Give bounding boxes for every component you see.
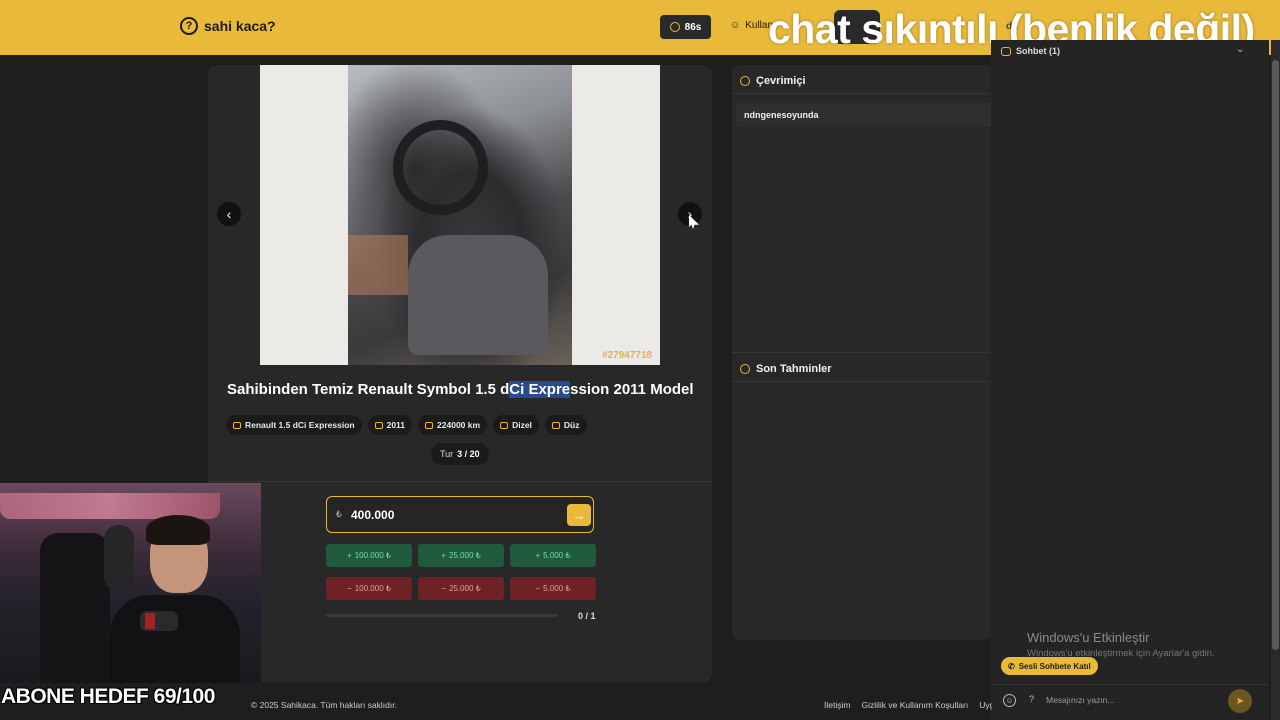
car-tags: Renault 1.5 dCi Expression 2011 224000 k… xyxy=(226,415,587,435)
users-icon xyxy=(740,76,750,86)
trophy-icon xyxy=(740,364,750,374)
arrow-right-icon: → xyxy=(572,507,586,523)
tag-fuel: Dizel xyxy=(493,415,539,435)
plus-icon: + xyxy=(535,551,541,560)
footer-link-contact[interactable]: İletişim xyxy=(824,700,850,710)
webcam-overlay xyxy=(0,483,261,683)
subtract-100000-button[interactable]: −100.000 ₺ xyxy=(326,577,412,600)
gauge-icon xyxy=(425,421,434,429)
add-25000-button[interactable]: +25.000 ₺ xyxy=(418,544,504,567)
online-user: ndngenesoyunda xyxy=(736,103,992,127)
online-header: Çevrimiçi xyxy=(740,67,806,95)
car-icon xyxy=(233,421,241,429)
photo-id: #27947718 xyxy=(601,350,652,361)
copyright: © 2025 Sahikaca. Tüm hakları saklıdır. xyxy=(251,700,397,710)
fuel-icon xyxy=(500,421,509,429)
calendar-icon xyxy=(374,421,383,429)
tag-year: 2011 xyxy=(367,415,413,435)
game-card: #27947718 ‹ › Sahibinden Temiz Renault S… xyxy=(208,65,712,682)
footer-link-privacy[interactable]: Gizlilik ve Kullanım Koşulları xyxy=(861,700,968,710)
car-photo-area: #27947718 xyxy=(260,65,660,365)
online-title: Çevrimiçi xyxy=(756,75,806,87)
car-title-selection: Ci Expre xyxy=(509,381,571,398)
footer-link-app[interactable]: Uygu xyxy=(979,700,992,710)
round-value: 3 / 20 xyxy=(457,449,480,459)
divider xyxy=(732,93,992,94)
smile-icon: ☺ xyxy=(1005,696,1014,705)
add-100000-button[interactable]: +100.000 ₺ xyxy=(326,544,412,567)
minus-icon: − xyxy=(441,584,446,593)
help-button[interactable]: ? xyxy=(1029,694,1034,704)
car-title-part-1: Sahibinden Temiz Renault Symbol 1.5 d xyxy=(227,381,510,398)
side-panel: Çevrimiçi ndngenesoyunda Son Tahminler xyxy=(732,65,992,640)
users-icon: ☺ xyxy=(730,20,741,31)
plus-icon: + xyxy=(347,551,352,560)
tag-model: Renault 1.5 dCi Expression xyxy=(226,415,362,435)
chat-title: Sohbet (1) xyxy=(1016,46,1060,56)
chevron-down-icon[interactable]: ⌄ xyxy=(1236,44,1244,55)
chat-bubble-icon xyxy=(1001,46,1011,56)
increase-buttons: +100.000 ₺ +25.000 ₺ +5.000 ₺ xyxy=(326,544,596,567)
minus-icon: − xyxy=(535,584,541,593)
subscriber-goal: ABONE HEDEF 69/100 xyxy=(1,685,215,708)
logo-text: sahi kaca? xyxy=(204,18,276,34)
price-guess-input[interactable] xyxy=(351,505,551,525)
emoji-button[interactable]: ☺ xyxy=(1003,694,1016,707)
guess-progress-bar xyxy=(326,614,558,617)
gear-icon xyxy=(551,421,560,429)
subtract-5000-button[interactable]: −5.000 ₺ xyxy=(510,577,596,600)
decrease-buttons: −100.000 ₺ −25.000 ₺ −5.000 ₺ xyxy=(326,577,596,600)
car-title: Sahibinden Temiz Renault Symbol 1.5 dCi … xyxy=(227,381,694,398)
send-icon: ➤ xyxy=(1235,695,1245,707)
windows-activation-title: Windows'u Etkinleştir xyxy=(1027,630,1150,645)
page-scrollbar[interactable] xyxy=(1271,40,1280,720)
timer-badge: 86s xyxy=(660,15,711,39)
scrollbar-thumb[interactable] xyxy=(1272,60,1279,650)
phone-icon: ✆ xyxy=(1008,661,1015,671)
submit-guess-button[interactable]: → xyxy=(567,504,591,526)
divider xyxy=(991,684,1269,685)
chat-panel: Sohbet (1) ⌄ Windows'u Etkinleştir Windo… xyxy=(991,40,1269,720)
recent-guesses-title: Son Tahminler xyxy=(756,363,832,375)
plus-icon: + xyxy=(441,551,446,560)
tag-transmission: Düz xyxy=(544,415,587,435)
minus-icon: − xyxy=(347,584,352,593)
prev-photo-button[interactable]: ‹ xyxy=(217,202,241,226)
send-message-button[interactable]: ➤ xyxy=(1228,689,1252,713)
timer-value: 86s xyxy=(684,21,702,33)
question-icon: ? xyxy=(180,17,198,35)
divider xyxy=(208,481,712,482)
currency-symbol: ₺ xyxy=(336,509,342,519)
chat-header[interactable]: Sohbet (1) xyxy=(1001,46,1060,56)
timer-icon xyxy=(669,22,680,32)
round-indicator: Tur 3 / 20 xyxy=(431,443,489,465)
join-voice-chat-button[interactable]: ✆ Sesli Sohbete Katıl xyxy=(1001,657,1098,675)
chat-message-input[interactable] xyxy=(1046,691,1216,709)
add-5000-button[interactable]: +5.000 ₺ xyxy=(510,544,596,567)
round-label: Tur xyxy=(440,449,454,459)
chevron-left-icon: ‹ xyxy=(226,206,232,222)
car-title-part-2: ssion 2011 Model xyxy=(570,381,694,398)
footer-links: İletişim Gizlilik ve Kullanım Koşulları … xyxy=(824,700,992,710)
recent-guesses-header: Son Tahminler xyxy=(740,355,832,383)
tag-mileage: 224000 km xyxy=(418,415,488,435)
divider xyxy=(732,381,992,382)
guess-box: ₺ → xyxy=(326,496,594,533)
subtract-25000-button[interactable]: −25.000 ₺ xyxy=(418,577,504,600)
logo[interactable]: ? sahi kaca? xyxy=(180,17,276,35)
progress-count: 0 / 1 xyxy=(578,611,596,621)
divider xyxy=(732,352,992,353)
car-interior-photo xyxy=(348,65,572,365)
